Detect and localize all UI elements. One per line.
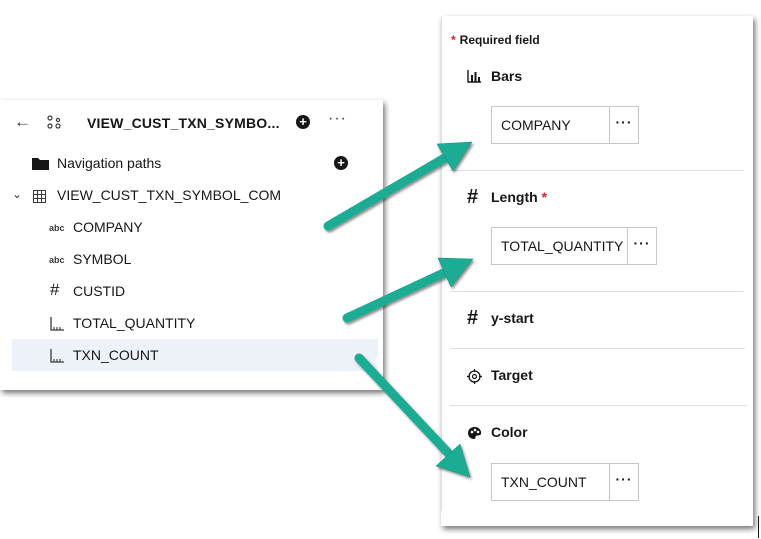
mapping-arrows bbox=[323, 141, 474, 478]
arrow-company-to-bars bbox=[323, 141, 473, 231]
arrow-total-quantity-to-length bbox=[342, 257, 474, 323]
arrow-txn-count-to-color bbox=[354, 353, 471, 478]
text-cursor bbox=[758, 516, 759, 538]
